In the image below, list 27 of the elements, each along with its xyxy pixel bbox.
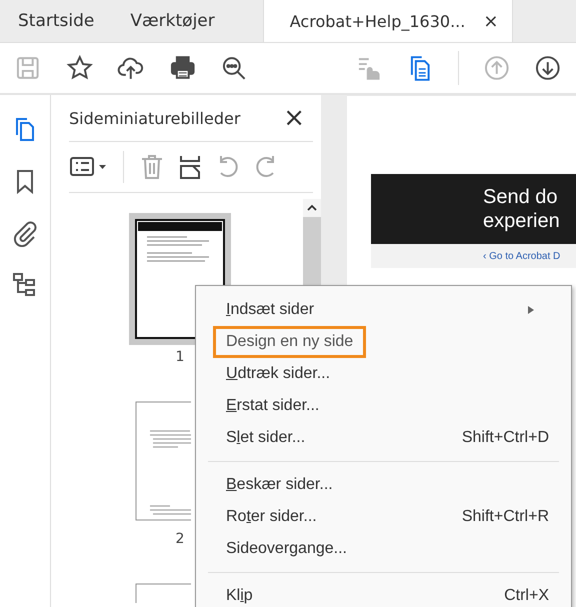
menu-item[interactable]: Udtræk sider...	[196, 358, 571, 390]
banner-heading: experien	[483, 209, 560, 233]
star-icon[interactable]	[66, 54, 94, 82]
paperclip-icon[interactable]	[11, 219, 39, 247]
tab[interactable]: Acrobat+Help_1630... ×	[262, 0, 514, 42]
panel-title: Sideminiaturebilleder	[69, 108, 240, 128]
menu-item[interactable]: Design en ny side	[213, 326, 366, 358]
tab[interactable]: Startside	[0, 0, 112, 42]
submenu-arrow-icon	[527, 305, 535, 315]
tab[interactable]: Værktøjer	[112, 0, 233, 42]
close-panel-button[interactable]: ×	[283, 103, 313, 133]
back-link[interactable]: ‹ Go to Acrobat D	[483, 250, 560, 262]
menu-item[interactable]: Erstat sider...	[196, 390, 571, 422]
close-tab-button[interactable]: ×	[483, 10, 498, 32]
menu-item[interactable]: Beskær sider...	[196, 469, 571, 501]
menu-item[interactable]: Klip Ctrl+X	[196, 580, 571, 607]
page-number: 1	[176, 349, 184, 365]
document-page-drawing	[135, 583, 191, 603]
page-number: 2	[176, 531, 184, 547]
printer-icon[interactable]	[168, 54, 196, 82]
search-icon[interactable]	[220, 54, 248, 82]
arrow-down-circle-icon[interactable]	[534, 54, 562, 82]
menu-item[interactable]: Sideovergange...	[196, 533, 571, 565]
menu-item[interactable]: Indsæt sider	[196, 294, 571, 326]
menu-item[interactable]: Slet sider... Shift+Ctrl+D	[196, 422, 571, 454]
banner-heading: Send do	[483, 185, 558, 209]
menu-item[interactable]: Roter sider... Shift+Ctrl+R	[196, 501, 571, 533]
